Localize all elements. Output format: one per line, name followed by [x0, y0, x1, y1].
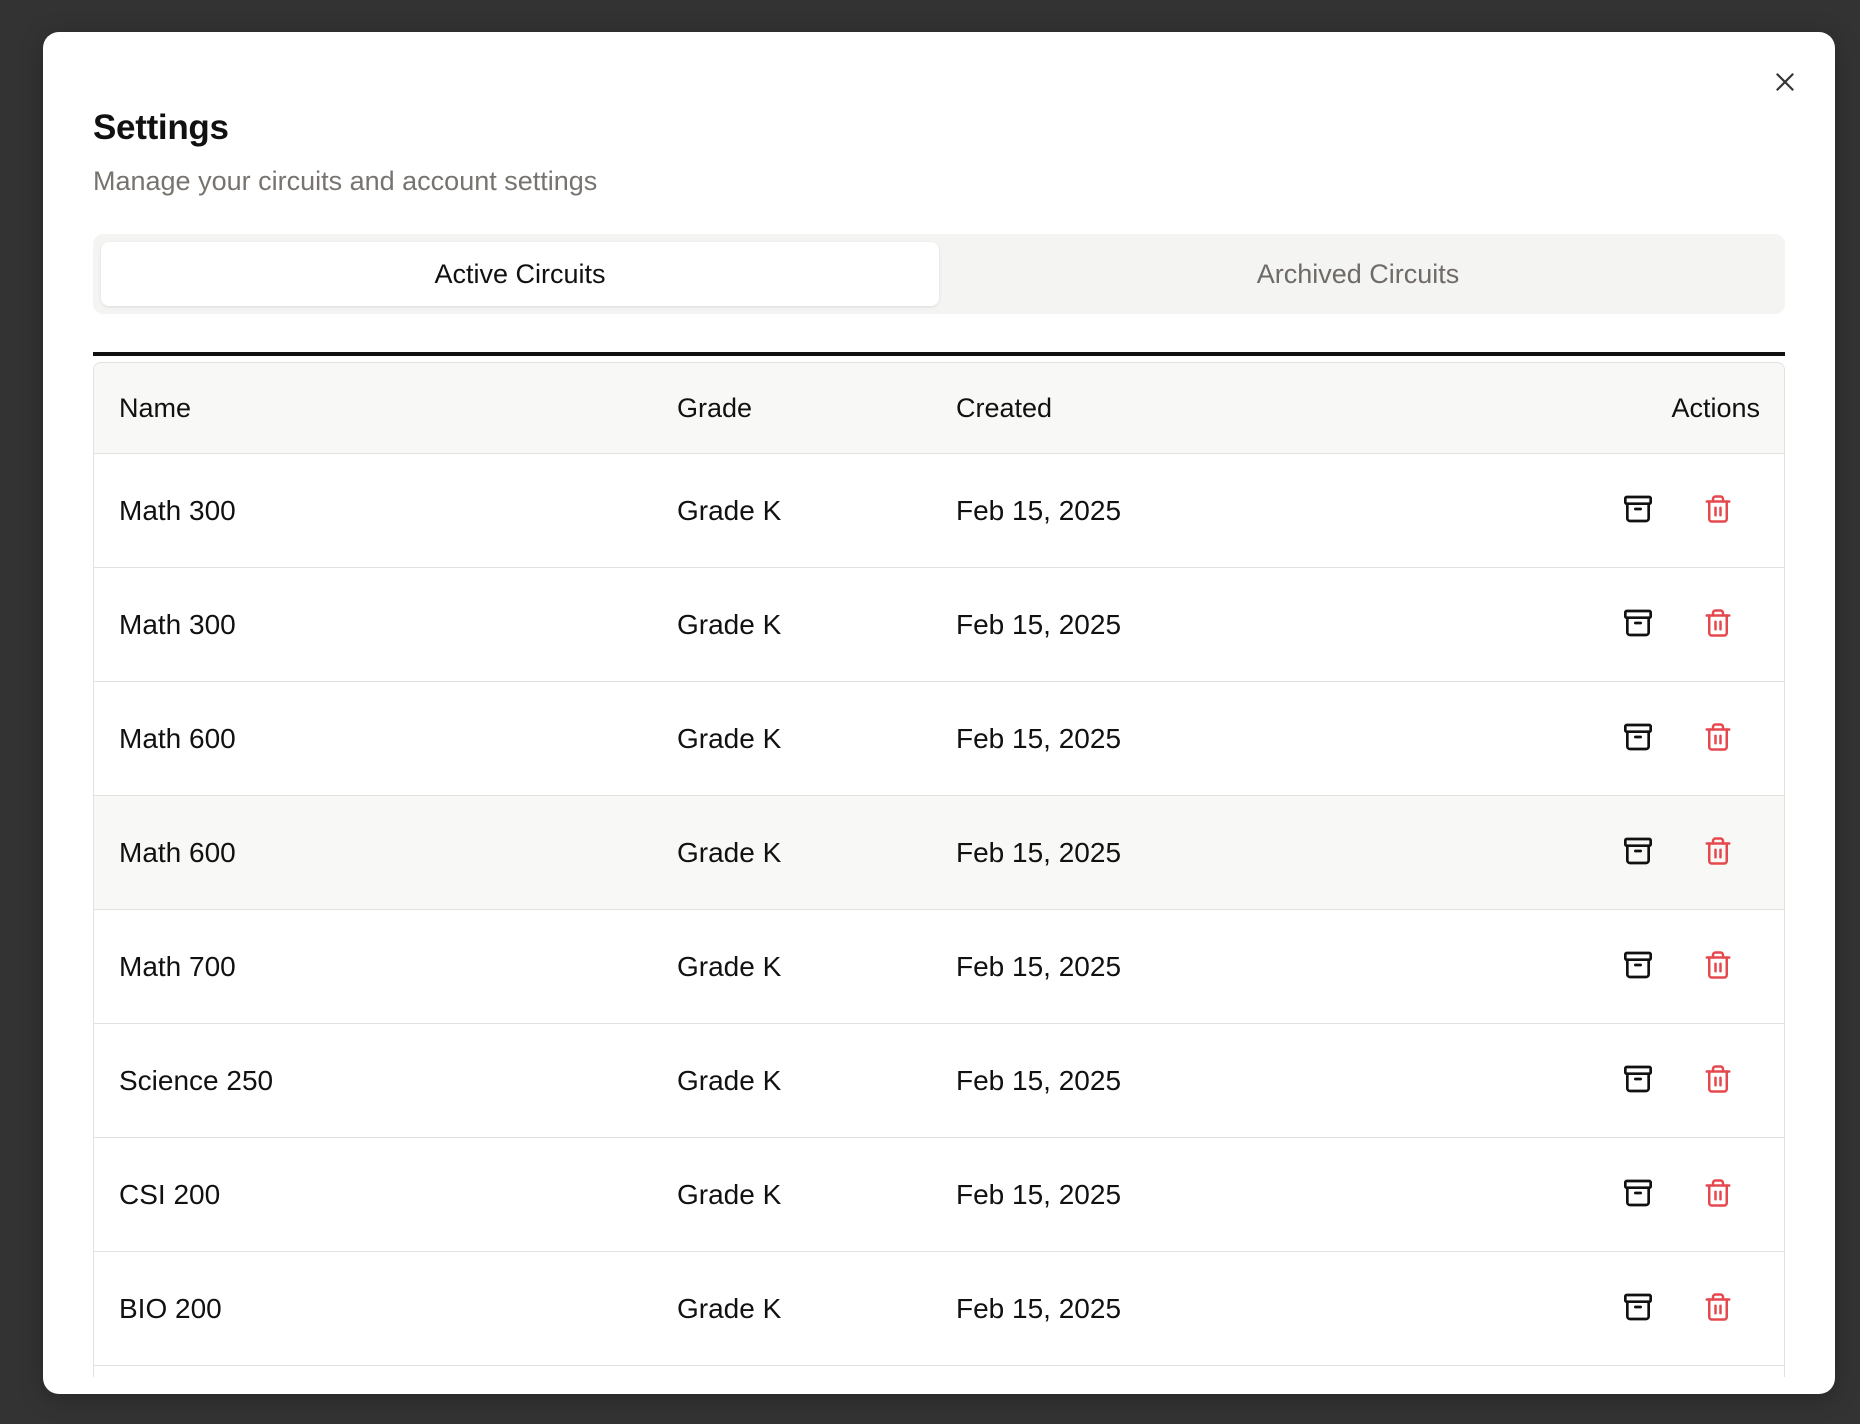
cell-name: Math 300: [119, 494, 236, 526]
column-header-actions: Actions: [1671, 392, 1760, 423]
cell-created: Feb 15, 2025: [956, 494, 1122, 526]
row-actions: [1584, 1252, 1784, 1365]
cell-name: BIO 200: [119, 1292, 222, 1324]
table-row[interactable]: BIO 200 Grade K Feb 15, 2025: [94, 1252, 1784, 1366]
archive-icon: [1622, 949, 1654, 986]
archive-button[interactable]: [1618, 491, 1658, 531]
trash-icon: [1703, 836, 1733, 871]
archive-button[interactable]: [1618, 1289, 1658, 1329]
delete-button[interactable]: [1698, 1061, 1738, 1101]
cell-grade: Grade K: [677, 722, 782, 754]
table-row[interactable]: Math 600 Grade K Feb 15, 2025: [94, 682, 1784, 796]
dialog-subtitle: Manage your circuits and account setting…: [93, 166, 598, 196]
column-header-created: Created: [956, 392, 1053, 423]
cell-created: Feb 15, 2025: [956, 950, 1122, 982]
column-header-name: Name: [119, 392, 192, 423]
cell-created: Feb 15, 2025: [956, 1064, 1122, 1096]
trash-icon: [1703, 494, 1733, 529]
trash-icon: [1703, 1064, 1733, 1099]
cell-grade: Grade K: [677, 950, 782, 982]
archive-button[interactable]: [1618, 947, 1658, 987]
table-header: Name Grade Created Actions: [94, 363, 1784, 454]
cell-name: Math 600: [119, 836, 236, 868]
cell-name: Math 600: [119, 722, 236, 754]
tab-active-circuits[interactable]: Active Circuits: [101, 242, 939, 306]
settings-dialog: Settings Manage your circuits and accoun…: [43, 32, 1835, 1394]
trash-icon: [1703, 1178, 1733, 1213]
archive-button[interactable]: [1618, 1061, 1658, 1101]
delete-button[interactable]: [1698, 605, 1738, 645]
archive-icon: [1622, 835, 1654, 872]
dialog-title: Settings: [93, 108, 229, 147]
row-actions: [1584, 796, 1784, 909]
delete-button[interactable]: [1698, 1289, 1738, 1329]
row-actions: [1584, 1138, 1784, 1251]
row-actions: [1584, 454, 1784, 567]
archive-icon: [1622, 1177, 1654, 1214]
table-row[interactable]: Math 600 Grade K Feb 15, 2025: [94, 796, 1784, 910]
circuits-table: Name Grade Created Actions Math 300 Grade…: [93, 362, 1785, 1377]
cell-grade: Grade K: [677, 608, 782, 640]
archive-icon: [1622, 721, 1654, 758]
table-body: Math 300 Grade K Feb 15, 2025 Math 300 Grade…: [94, 454, 1784, 1366]
column-header-grade: Grade: [677, 392, 753, 423]
cell-grade: Grade K: [677, 1292, 782, 1324]
archive-icon: [1622, 493, 1654, 530]
delete-button[interactable]: [1698, 491, 1738, 531]
archive-button[interactable]: [1618, 1175, 1658, 1215]
cell-name: Math 700: [119, 950, 236, 982]
cell-name: Science 250: [119, 1064, 274, 1096]
delete-button[interactable]: [1698, 719, 1738, 759]
cell-created: Feb 15, 2025: [956, 722, 1122, 754]
cell-grade: Grade K: [677, 1064, 782, 1096]
archive-button[interactable]: [1618, 833, 1658, 873]
table-row[interactable]: Science 250 Grade K Feb 15, 2025: [94, 1024, 1784, 1138]
row-actions: [1584, 682, 1784, 795]
tab-archived-circuits[interactable]: Archived Circuits: [939, 242, 1777, 306]
cell-created: Feb 15, 2025: [956, 836, 1122, 868]
table-row[interactable]: Math 300 Grade K Feb 15, 2025: [94, 568, 1784, 682]
tab-list: Active Circuits Archived Circuits: [93, 234, 1785, 314]
cell-created: Feb 15, 2025: [956, 608, 1122, 640]
cell-grade: Grade K: [677, 836, 782, 868]
row-actions: [1584, 568, 1784, 681]
close-icon: [1776, 73, 1794, 91]
delete-button[interactable]: [1698, 1175, 1738, 1215]
archive-icon: [1622, 607, 1654, 644]
archive-icon: [1622, 1063, 1654, 1100]
archive-button[interactable]: [1618, 719, 1658, 759]
delete-button[interactable]: [1698, 833, 1738, 873]
table-row[interactable]: Math 700 Grade K Feb 15, 2025: [94, 910, 1784, 1024]
table-row[interactable]: Math 300 Grade K Feb 15, 2025: [94, 454, 1784, 568]
cell-name: Math 300: [119, 608, 236, 640]
trash-icon: [1703, 608, 1733, 643]
archive-icon: [1622, 1291, 1654, 1328]
trash-icon: [1703, 722, 1733, 757]
archive-button[interactable]: [1618, 605, 1658, 645]
cell-created: Feb 15, 2025: [956, 1292, 1122, 1324]
trash-icon: [1703, 1292, 1733, 1327]
cell-name: CSI 200: [119, 1178, 221, 1210]
row-actions: [1584, 910, 1784, 1023]
row-actions: [1584, 1024, 1784, 1137]
table-row[interactable]: CSI 200 Grade K Feb 15, 2025: [94, 1138, 1784, 1252]
delete-button[interactable]: [1698, 947, 1738, 987]
trash-icon: [1703, 950, 1733, 985]
cell-grade: Grade K: [677, 1178, 782, 1210]
close-button[interactable]: [1769, 66, 1801, 98]
cell-created: Feb 15, 2025: [956, 1178, 1122, 1210]
divider: [93, 352, 1785, 356]
cell-grade: Grade K: [677, 494, 782, 526]
